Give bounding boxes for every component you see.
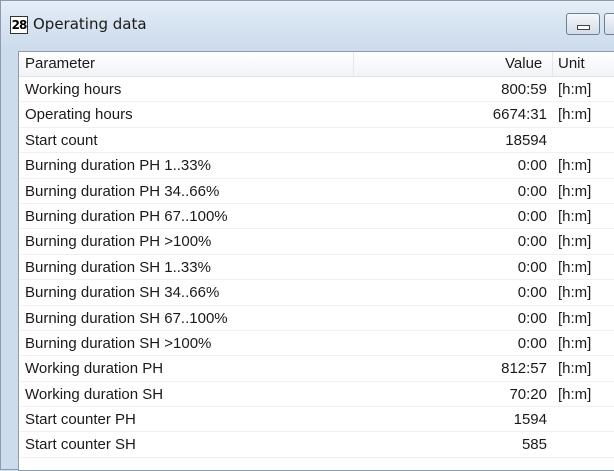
header-parameter[interactable]: Parameter	[25, 52, 95, 76]
table-row[interactable]: Operating hours 6674:31 [h:m]	[19, 102, 614, 128]
value-cell: 6674:31	[492, 106, 547, 124]
unit-cell: [h:m]	[558, 81, 592, 98]
minimize-icon	[577, 25, 590, 30]
column-separator[interactable]	[552, 52, 553, 76]
table-row[interactable]: Burning duration SH 1..33% 0:00 [h:m]	[19, 255, 614, 281]
header-value[interactable]: Value	[505, 52, 542, 76]
table-row[interactable]: Working hours 800:59 [h:m]	[19, 77, 614, 103]
value-cell: 812:57	[501, 360, 547, 378]
table-row[interactable]: Burning duration PH 1..33% 0:00 [h:m]	[19, 153, 614, 179]
value-cell: 0:00	[517, 182, 547, 200]
value-cell: 18594	[505, 131, 547, 149]
unit-cell: [h:m]	[558, 360, 592, 378]
operating-data-table: Parameter Value Unit Working hours 800:59…	[18, 51, 614, 471]
unit-cell: [h:m]	[558, 157, 592, 175]
unit-cell: [h:m]	[558, 258, 592, 276]
unit-cell: [h:m]	[558, 309, 592, 327]
table-row[interactable]: Burning duration SH >100% 0:00 [h:m]	[19, 331, 614, 357]
table-row[interactable]: Working duration PH 812:57 [h:m]	[19, 356, 614, 382]
calendar-app-icon: 28	[10, 16, 28, 34]
table-row[interactable]: Start counter SH 585	[19, 432, 614, 458]
unit-cell: [h:m]	[558, 182, 592, 200]
parameter-cell: Burning duration SH >100%	[25, 334, 212, 352]
unit-cell: [h:m]	[558, 233, 592, 251]
table-row[interactable]: Burning duration SH 34..66% 0:00 [h:m]	[19, 280, 614, 306]
value-cell: 800:59	[501, 81, 547, 98]
unit-cell: [h:m]	[558, 334, 592, 352]
parameter-cell: Burning duration PH 67..100%	[25, 207, 228, 225]
table-body: Working hours 800:59 [h:m] Operating hours 6…	[19, 77, 614, 458]
table-header: Parameter Value Unit	[19, 52, 614, 77]
title-bar[interactable]: 28 Operating data	[1, 1, 614, 45]
parameter-cell: Working duration SH	[25, 385, 164, 403]
parameter-cell: Burning duration SH 34..66%	[25, 284, 220, 302]
parameter-cell: Start counter PH	[25, 411, 136, 429]
unit-cell: [h:m]	[558, 106, 592, 124]
maximize-button[interactable]	[604, 13, 614, 35]
value-cell: 585	[521, 436, 547, 454]
table-row[interactable]: Working duration SH 70:20 [h:m]	[19, 382, 614, 408]
value-cell: 0:00	[517, 207, 547, 225]
parameter-cell: Burning duration PH >100%	[25, 233, 212, 251]
parameter-cell: Working duration PH	[25, 360, 164, 378]
unit-cell: [h:m]	[558, 284, 592, 302]
parameter-cell: Burning duration SH 67..100%	[25, 309, 228, 327]
window-title: Operating data	[33, 15, 147, 33]
parameter-cell: Burning duration SH 1..33%	[25, 258, 211, 276]
operating-data-window: 28 Operating data Parameter Value Unit W…	[0, 0, 614, 471]
table-row[interactable]: Burning duration PH 34..66% 0:00 [h:m]	[19, 179, 614, 204]
value-cell: 0:00	[517, 334, 547, 352]
value-cell: 0:00	[517, 309, 547, 327]
value-cell: 1594	[513, 411, 547, 429]
value-cell: 0:00	[517, 258, 547, 276]
value-cell: 0:00	[517, 284, 547, 302]
table-row[interactable]: Burning duration PH >100% 0:00 [h:m]	[19, 229, 614, 255]
table-row[interactable]: Burning duration SH 67..100% 0:00 [h:m]	[19, 306, 614, 331]
minimize-button[interactable]	[566, 13, 600, 35]
value-cell: 70:20	[509, 385, 547, 403]
parameter-cell: Start count	[25, 131, 98, 149]
table-row[interactable]: Start counter PH 1594	[19, 407, 614, 433]
parameter-cell: Working hours	[25, 81, 122, 98]
table-row[interactable]: Burning duration PH 67..100% 0:00 [h:m]	[19, 204, 614, 230]
parameter-cell: Start counter SH	[25, 436, 136, 454]
parameter-cell: Burning duration PH 34..66%	[25, 182, 220, 200]
value-cell: 0:00	[517, 157, 547, 175]
column-separator[interactable]	[353, 52, 354, 76]
value-cell: 0:00	[517, 233, 547, 251]
table-row[interactable]: Start count 18594	[19, 128, 614, 154]
parameter-cell: Operating hours	[25, 106, 133, 124]
unit-cell: [h:m]	[558, 385, 592, 403]
header-unit[interactable]: Unit	[558, 52, 585, 76]
unit-cell: [h:m]	[558, 207, 592, 225]
parameter-cell: Burning duration PH 1..33%	[25, 157, 211, 175]
